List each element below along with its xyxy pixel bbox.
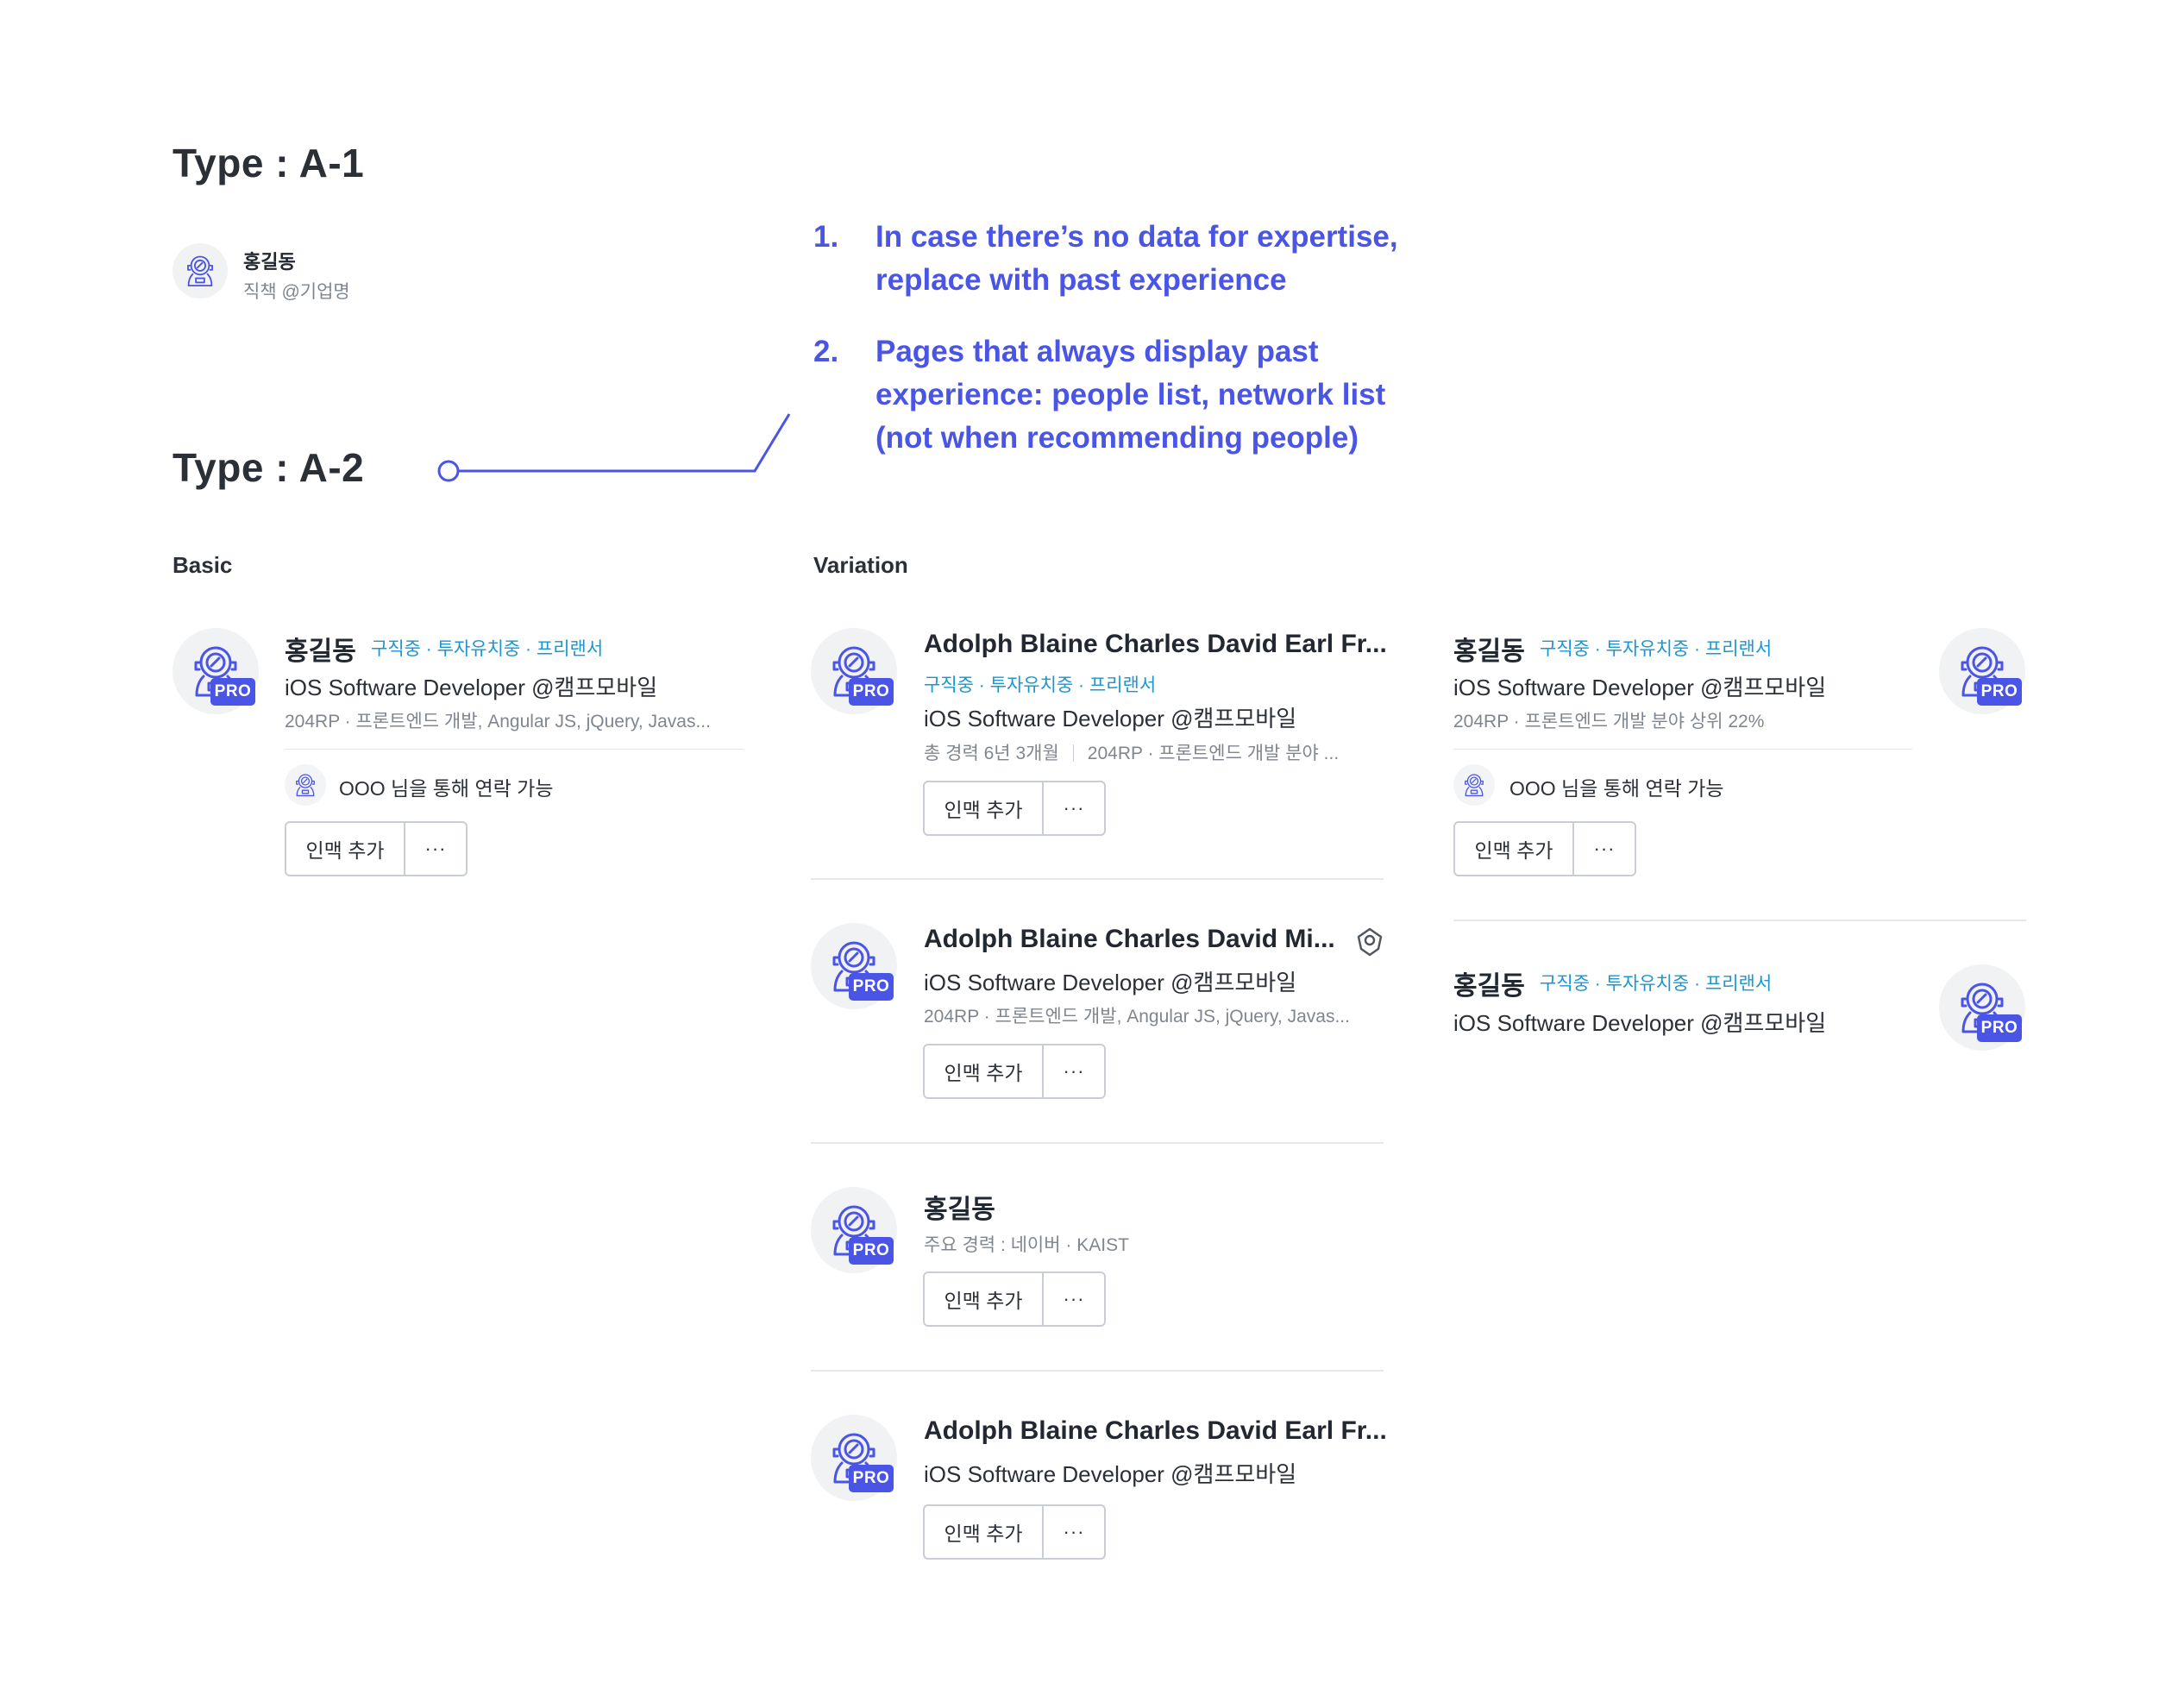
more-button[interactable]: ···: [1574, 823, 1635, 875]
more-button[interactable]: ···: [405, 823, 466, 875]
card-name[interactable]: Adolph Blaine Charles David Earl Fr...: [924, 1416, 1387, 1446]
note-number: 1.: [813, 220, 839, 254]
card-name[interactable]: Adolph Blaine Charles David Mi...: [924, 925, 1335, 954]
contact-text: OOO 님을 통해 연락 가능: [339, 777, 554, 800]
more-button[interactable]: ···: [1044, 1506, 1104, 1558]
pro-badge: PRO: [210, 678, 255, 706]
card-meta: 총 경력 6년 3개월 204RP · 프론트엔드 개발 분야 ...: [924, 739, 1339, 765]
avatar: PRO: [173, 628, 259, 714]
pro-badge: PRO: [849, 678, 894, 706]
a1-name: 홍길동: [243, 251, 296, 273]
status-badges: 구직중 · 투자유치중 · 프리랜서: [1540, 974, 1773, 994]
variation-label: Variation: [813, 552, 908, 578]
avatar: PRO: [811, 923, 897, 1009]
contact-text: OOO 님을 통해 연락 가능: [1509, 777, 1724, 800]
divider: [285, 749, 744, 750]
more-button[interactable]: ···: [1044, 1045, 1104, 1097]
card-name[interactable]: 홍길동: [1453, 630, 1525, 668]
more-button[interactable]: ···: [1044, 1273, 1104, 1325]
add-connection-button[interactable]: 인맥 추가: [925, 782, 1044, 834]
card-role: iOS Software Developer @캠프모바일: [1453, 675, 1827, 700]
pro-badge: PRO: [1977, 1014, 2022, 1042]
astronaut-avatar-icon: [181, 252, 219, 290]
type-a2-title: Type : A-2: [173, 445, 365, 490]
astronaut-avatar-icon: [1460, 771, 1488, 799]
card-name[interactable]: Adolph Blaine Charles David Earl Fr...: [924, 630, 1387, 659]
divider: [1453, 920, 2026, 921]
add-connection-button[interactable]: 인맥 추가: [286, 823, 405, 875]
pro-badge: PRO: [849, 973, 894, 1001]
note-text: In case there’s no data for expertise, r…: [875, 220, 1398, 297]
type-a1-title: Type : A-1: [173, 141, 365, 185]
avatar: PRO: [1939, 628, 2025, 714]
a1-subtitle: 직책 @기업명: [243, 282, 350, 302]
action-buttons: 인맥 추가 ···: [285, 821, 468, 876]
action-buttons: 인맥 추가 ···: [1453, 821, 1636, 876]
pro-badge: PRO: [1977, 678, 2022, 706]
action-buttons: 인맥 추가 ···: [923, 1044, 1106, 1099]
avatar: [173, 243, 228, 298]
rp-expertise: 204RP · 프론트엔드 개발 분야 ...: [1087, 744, 1340, 763]
divider: [811, 1370, 1384, 1372]
status-badges: 구직중 · 투자유치중 · 프리랜서: [371, 639, 604, 659]
divider: [811, 1142, 1384, 1144]
card-meta: 204RP · 프론트엔드 개발, Angular JS, jQuery, Ja…: [285, 712, 711, 731]
contact-avatar: [285, 764, 326, 806]
avatar: PRO: [1939, 964, 2025, 1051]
annotation-connector: [437, 413, 791, 482]
action-buttons: 인맥 추가 ···: [923, 1504, 1106, 1560]
pro-badge: PRO: [849, 1465, 894, 1492]
card-meta: 주요 경력 : 네이버 · KAIST: [924, 1235, 1129, 1255]
action-buttons: 인맥 추가 ···: [923, 781, 1106, 836]
card-meta: 204RP · 프론트엔드 개발, Angular JS, jQuery, Ja…: [924, 1007, 1350, 1027]
card-name[interactable]: 홍길동: [924, 1188, 995, 1226]
add-connection-button[interactable]: 인맥 추가: [1455, 823, 1574, 875]
avatar: PRO: [811, 628, 897, 714]
add-connection-button[interactable]: 인맥 추가: [925, 1045, 1044, 1097]
divider: [811, 878, 1384, 880]
pin-verified-icon: [1357, 927, 1383, 957]
avatar: PRO: [811, 1415, 897, 1501]
card-name[interactable]: 홍길동: [285, 630, 356, 668]
astronaut-avatar-icon: [292, 771, 319, 799]
note-1: 1. In case there’s no data for expertise…: [813, 216, 1434, 311]
card-role: iOS Software Developer @캠프모바일: [924, 1461, 1297, 1487]
add-connection-button[interactable]: 인맥 추가: [925, 1273, 1044, 1325]
add-connection-button[interactable]: 인맥 추가: [925, 1506, 1044, 1558]
pro-badge: PRO: [849, 1237, 894, 1265]
status-badges: 구직중 · 투자유치중 · 프리랜서: [924, 675, 1157, 695]
card-role: iOS Software Developer @캠프모바일: [924, 706, 1297, 731]
meta-separator: [1072, 744, 1074, 762]
note-text: Pages that always display past experienc…: [875, 335, 1386, 455]
note-number: 2.: [813, 335, 839, 368]
status-badges: 구직중 · 투자유치중 · 프리랜서: [1540, 639, 1773, 659]
action-buttons: 인맥 추가 ···: [923, 1271, 1106, 1327]
card-role: iOS Software Developer @캠프모바일: [285, 675, 658, 700]
basic-label: Basic: [173, 552, 233, 578]
note-2: 2. Pages that always display past experi…: [813, 330, 1434, 468]
contact-avatar: [1453, 764, 1495, 806]
career-length: 총 경력 6년 3개월: [924, 744, 1059, 763]
card-role: iOS Software Developer @캠프모바일: [924, 970, 1297, 995]
card-role: iOS Software Developer @캠프모바일: [1453, 1010, 1827, 1036]
more-button[interactable]: ···: [1044, 782, 1104, 834]
card-meta: 204RP · 프론트엔드 개발 분야 상위 22%: [1453, 712, 1765, 731]
card-name[interactable]: 홍길동: [1453, 964, 1525, 1002]
avatar: PRO: [811, 1187, 897, 1273]
divider: [1453, 749, 1912, 750]
